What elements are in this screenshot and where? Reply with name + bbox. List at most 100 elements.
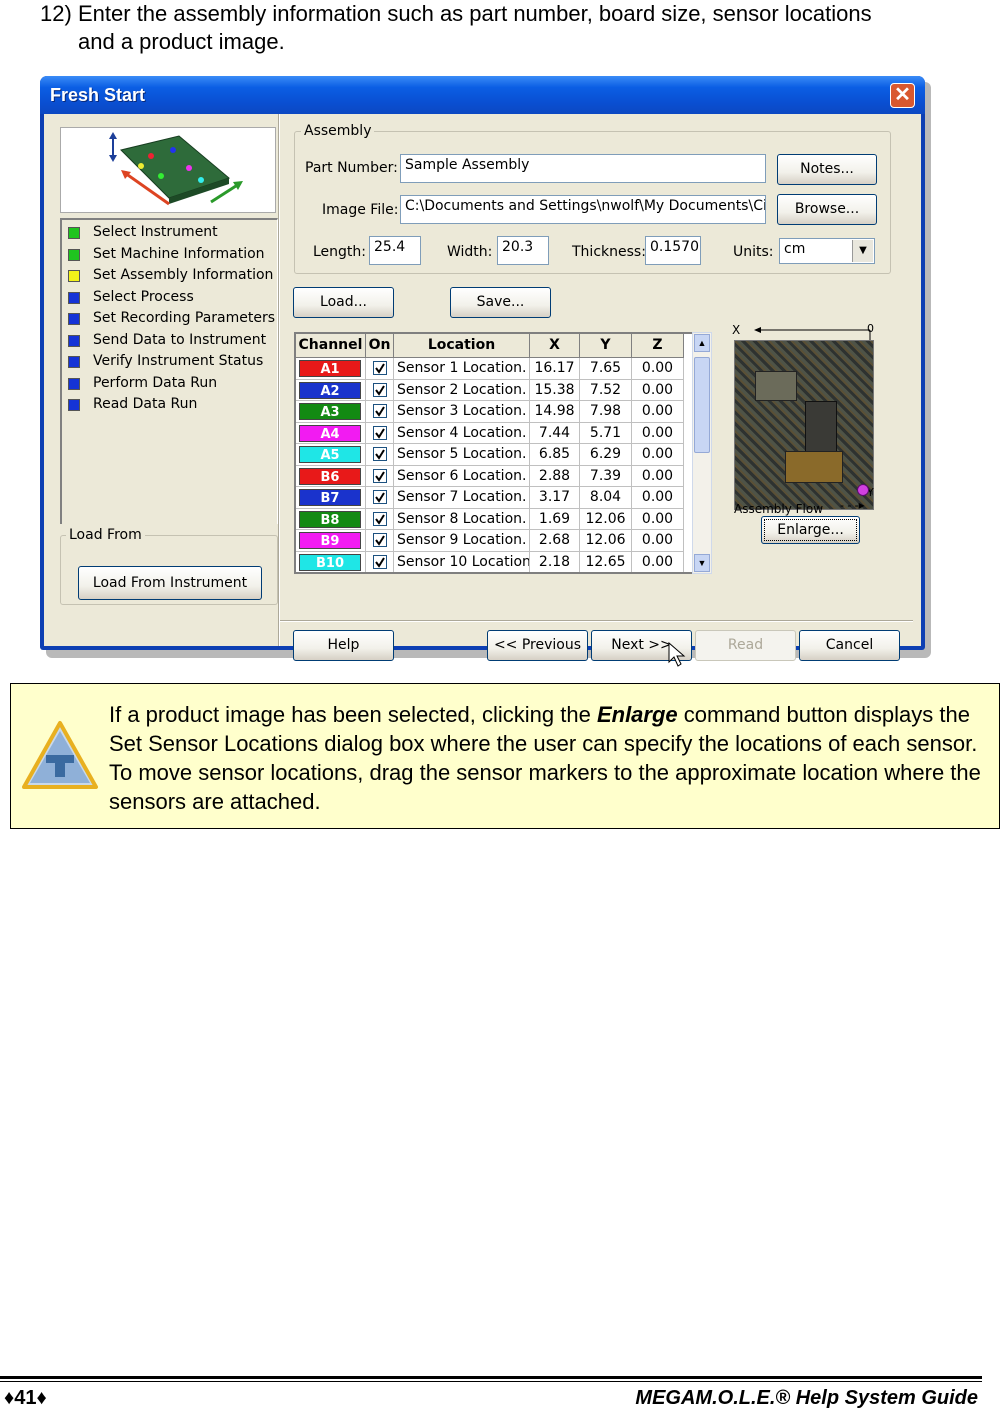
help-button[interactable]: Help <box>293 630 394 661</box>
chevron-down-icon[interactable]: ▼ <box>852 240 873 262</box>
on-checkbox-cell[interactable] <box>366 465 394 487</box>
step-number: 12) <box>40 1 72 26</box>
product-image[interactable] <box>734 340 874 510</box>
location-cell[interactable]: Sensor 3 Location. <box>394 401 530 423</box>
channel-cell: A1 <box>296 358 366 380</box>
board-component <box>755 371 797 401</box>
on-checkbox-cell[interactable] <box>366 401 394 423</box>
browse-button[interactable]: Browse... <box>777 194 877 225</box>
location-cell[interactable]: Sensor 8 Location. <box>394 508 530 530</box>
checkbox-checked-icon[interactable] <box>373 533 387 547</box>
chevron-up-icon: ▲ <box>697 338 707 348</box>
thickness-input[interactable]: 0.1570 <box>645 236 701 265</box>
location-cell[interactable]: Sensor 1 Location. <box>394 358 530 380</box>
note-pin-icon <box>22 721 98 789</box>
checkbox-checked-icon[interactable] <box>373 490 387 504</box>
step-status-icon <box>68 248 80 261</box>
on-checkbox-cell[interactable] <box>366 530 394 552</box>
location-cell[interactable]: Sensor 6 Location. <box>394 465 530 487</box>
scroll-down-button[interactable]: ▼ <box>694 554 710 572</box>
x-cell: 1.69 <box>530 508 580 530</box>
on-checkbox-cell[interactable] <box>366 379 394 401</box>
x-cell: 14.98 <box>530 401 580 423</box>
length-input[interactable]: 25.4 <box>369 236 421 265</box>
y-cell: 12.06 <box>580 530 632 552</box>
wizard-steps-list: Select Instrument Set Machine Informatio… <box>60 218 278 524</box>
part-number-input[interactable]: Sample Assembly <box>400 154 766 183</box>
column-header-location[interactable]: Location <box>394 334 530 358</box>
circuit-board-icon <box>109 132 243 206</box>
units-label: Units: <box>733 244 774 260</box>
checkbox-checked-icon[interactable] <box>373 554 387 569</box>
note-box: If a product image has been selected, cl… <box>10 683 1000 829</box>
step-label: Read Data Run <box>93 396 198 412</box>
load-button[interactable]: Load... <box>293 287 394 318</box>
location-cell[interactable]: Sensor 9 Location. <box>394 530 530 552</box>
checkbox-checked-icon[interactable] <box>373 382 387 397</box>
location-cell[interactable]: Sensor 10 Location. <box>394 551 530 572</box>
note-text: If a product image has been selected, cl… <box>109 700 994 816</box>
checkbox-checked-icon[interactable] <box>373 511 387 526</box>
step-status-icon <box>68 291 80 304</box>
channel-cell: A2 <box>296 379 366 401</box>
board-component <box>785 451 843 483</box>
image-file-input[interactable]: C:\Documents and Settings\nwolf\My Docum… <box>400 195 766 224</box>
scroll-up-button[interactable]: ▲ <box>694 334 710 352</box>
channel-badge: A2 <box>299 381 361 399</box>
close-button[interactable]: ✕ <box>890 83 915 108</box>
column-header-on[interactable]: On <box>366 334 394 358</box>
column-header-x[interactable]: X <box>530 334 580 358</box>
sensor-marker-icon[interactable] <box>857 484 869 496</box>
previous-button[interactable]: << Previous <box>487 630 588 661</box>
channel-badge: A4 <box>299 424 361 442</box>
on-checkbox-cell[interactable] <box>366 551 394 572</box>
image-file-label: Image File: <box>322 202 399 218</box>
title-bar[interactable]: Fresh Start ✕ <box>40 76 925 114</box>
save-button[interactable]: Save... <box>450 287 551 318</box>
on-checkbox-cell[interactable] <box>366 487 394 509</box>
x-axis-label: X <box>732 323 741 337</box>
location-cell[interactable]: Sensor 5 Location. <box>394 444 530 466</box>
location-cell[interactable]: Sensor 7 Location. <box>394 487 530 509</box>
units-select[interactable]: cm ▼ <box>779 238 875 264</box>
scroll-thumb[interactable] <box>694 357 710 453</box>
x-cell: 2.88 <box>530 465 580 487</box>
x-cell: 3.17 <box>530 487 580 509</box>
step-text: Enter the assembly information such as p… <box>78 1 872 54</box>
footer-rule <box>0 1376 982 1379</box>
footer-rule-thin <box>0 1381 982 1382</box>
column-header-channel[interactable]: Channel <box>296 334 366 358</box>
channel-cell: B9 <box>296 530 366 552</box>
step-status-icon <box>68 399 80 411</box>
read-button[interactable]: Read <box>695 630 796 661</box>
x-cell: 2.68 <box>530 530 580 552</box>
part-number-label: Part Number: <box>305 160 398 176</box>
step-status-icon <box>68 227 80 239</box>
cancel-button[interactable]: Cancel <box>799 630 900 661</box>
table-scrollbar[interactable]: ▲ ▼ <box>692 332 712 574</box>
notes-button[interactable]: Notes... <box>777 154 877 185</box>
on-checkbox-cell[interactable] <box>366 508 394 530</box>
x-cell: 7.44 <box>530 422 580 444</box>
checkbox-checked-icon[interactable] <box>373 447 387 461</box>
location-cell[interactable]: Sensor 4 Location. <box>394 422 530 444</box>
column-header-z[interactable]: Z <box>632 334 684 358</box>
x-cell: 6.85 <box>530 444 580 466</box>
mouse-cursor-icon <box>668 642 686 667</box>
load-from-instrument-button[interactable]: Load From Instrument <box>78 566 262 600</box>
checkbox-checked-icon[interactable] <box>373 404 387 418</box>
dialog-client: Select Instrument Set Machine Informatio… <box>44 114 921 667</box>
thickness-label: Thickness: <box>572 244 646 260</box>
checkbox-checked-icon[interactable] <box>373 361 387 375</box>
location-cell[interactable]: Sensor 2 Location. <box>394 379 530 401</box>
checkbox-checked-icon[interactable] <box>373 425 387 440</box>
note-emphasis: Enlarge <box>596 702 678 727</box>
column-header-y[interactable]: Y <box>580 334 632 358</box>
on-checkbox-cell[interactable] <box>366 444 394 466</box>
checkbox-checked-icon[interactable] <box>373 468 387 483</box>
width-input[interactable]: 20.3 <box>497 236 549 265</box>
enlarge-button[interactable]: Enlarge... <box>761 516 860 544</box>
on-checkbox-cell[interactable] <box>366 422 394 444</box>
on-checkbox-cell[interactable] <box>366 358 394 380</box>
left-separator <box>278 114 280 646</box>
